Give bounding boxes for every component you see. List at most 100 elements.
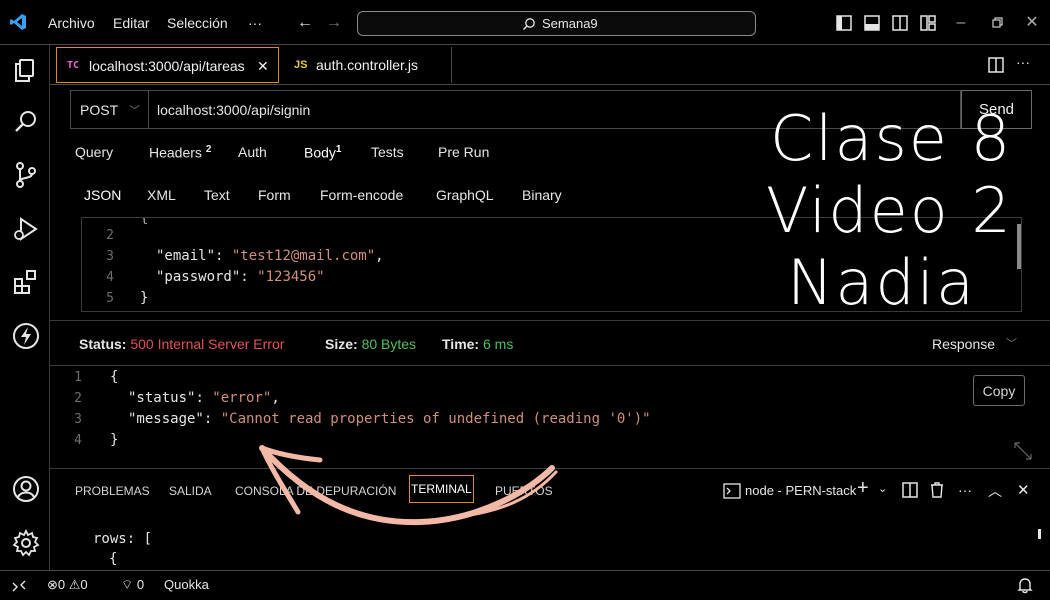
tab-pre-run-label: Pre Run [438,144,490,160]
search-icon [523,18,535,30]
forward-arrow-icon[interactable]: → [325,14,343,32]
tab-pre-run[interactable]: Pre Run [438,144,489,160]
warning-icon: ⚠ [68,577,81,592]
maximize-panel-icon[interactable]: ︿ [988,481,1002,501]
body-type-form-encode[interactable]: Form-encode [320,187,403,203]
ports-indicator[interactable]: ⌔ 0 [121,577,144,593]
size-value: 80 Bytes [361,336,417,352]
tab-auth[interactable]: Auth [238,144,267,160]
close-panel-icon[interactable]: ✕ [1017,481,1030,499]
broadcast-icon: ⌔ [121,577,134,592]
json-punct: , [375,248,384,264]
terminal-line: rows: [ [93,531,153,547]
code-line: } [140,290,149,306]
search-icon[interactable] [11,107,41,137]
more-actions-icon[interactable]: ··· [958,482,972,498]
source-control-icon[interactable] [11,160,41,190]
line-number: 5 [106,291,114,306]
thunder-client-icon[interactable] [11,321,41,351]
chevron-down-icon: ﹀ [129,105,140,117]
body-type-xml[interactable]: XML [147,187,176,203]
body-count-badge: 1 [335,144,342,155]
time-label: Time: [442,336,480,352]
tab-close-icon[interactable]: ✕ [257,58,269,75]
menu-seleccion[interactable]: Selección [167,15,228,31]
menu-archivo[interactable]: Archivo [48,15,95,31]
tab-tests[interactable]: Tests [371,144,404,160]
status-info: Status: 500 Internal Server Error [79,336,284,352]
trash-icon[interactable] [929,481,945,499]
tab-headers[interactable]: Headers 2 [149,144,211,161]
chevron-down-icon[interactable]: ⌄ [878,482,887,495]
quokka-status[interactable]: Quokka [164,577,209,592]
body-type-form[interactable]: Form [258,187,291,203]
json-key: "email" [156,248,216,264]
tab-auth-controller[interactable]: JS auth.controller.js [280,47,452,83]
tab-label: auth.controller.js [316,57,418,73]
panel-tab-salida[interactable]: SALIDA [169,484,212,498]
expand-icon[interactable] [1012,440,1034,462]
line-number: 2 [106,228,114,243]
split-terminal-icon[interactable] [902,482,918,498]
tab-tests-label: Tests [371,144,404,160]
close-window-icon[interactable]: ✕ [1023,14,1041,32]
menu-editar[interactable]: Editar [113,15,150,31]
code-line: { [110,369,119,385]
more-actions-icon[interactable]: ··· [1016,54,1030,70]
chevron-down-icon[interactable]: ﹀ [1006,335,1017,351]
line-number: 3 [74,412,82,427]
customize-layout-icon[interactable] [919,14,937,32]
restore-icon[interactable] [988,14,1006,32]
body-type-graphql[interactable]: GraphQL [436,187,494,203]
problems-indicator[interactable]: ⊗0 ⚠0 [47,577,88,593]
json-string: "test12@mail.com" [231,248,376,264]
settings-gear-icon[interactable] [11,528,41,558]
terminal-line: { [109,551,118,567]
notifications-bell-icon[interactable] [1017,577,1033,594]
tab-label: localhost:3000/api/tareas [89,58,245,74]
method-select[interactable]: POST ﹀ [70,90,148,129]
body-type-binary[interactable]: Binary [522,187,562,203]
vscode-logo-icon[interactable] [8,12,28,32]
headers-count-badge: 2 [205,144,212,155]
tab-query[interactable]: Query [75,144,113,160]
body-type-text[interactable]: Text [204,187,230,203]
accounts-icon[interactable] [11,474,41,504]
back-arrow-icon[interactable]: ← [296,14,314,32]
command-center-search[interactable]: Semana9 [357,11,756,36]
tab-thunder-request[interactable]: TC localhost:3000/api/tareas ✕ [56,47,279,83]
tab-query-label: Query [75,144,114,160]
panel-tab-problemas[interactable]: PROBLEMAS [75,484,150,498]
remote-icon[interactable] [11,578,27,594]
copy-button[interactable]: Copy [973,375,1025,406]
title-bar: Archivo Editar Selección ··· ← → Semana9… [0,0,1050,45]
minimize-icon[interactable]: – [952,14,970,32]
url-value: localhost:3000/api/signin [157,102,311,118]
split-editor-icon[interactable] [988,57,1004,73]
menu-more[interactable]: ··· [248,15,262,31]
new-terminal-icon[interactable]: + [857,477,869,500]
line-number: 1 [74,370,82,385]
extensions-icon[interactable] [11,267,41,297]
time-value: 6 ms [482,336,514,352]
toggle-secondary-sidebar-icon[interactable] [891,14,909,32]
editor-scrollbar[interactable] [1017,224,1021,269]
toggle-panel-icon[interactable] [863,14,881,32]
response-dropdown[interactable]: Response [932,336,995,352]
status-value: 500 Internal Server Error [130,336,285,352]
time-info: Time: 6 ms [442,336,513,352]
terminal-scrollbar[interactable] [1038,529,1041,539]
method-value: POST [80,102,119,118]
line-number: 2 [74,391,82,406]
json-string: "Cannot read properties of undefined (re… [220,411,651,427]
toggle-primary-sidebar-icon[interactable] [835,14,853,32]
tab-body[interactable]: Body1 [304,144,341,161]
overlay-title-line2: Video 2 [766,174,1013,247]
terminal-name[interactable]: node - PERN-stack [745,483,856,498]
warning-count: 0 [80,577,88,592]
body-type-json[interactable]: JSON [84,187,121,203]
line-number: 4 [106,270,114,285]
run-debug-icon[interactable] [11,214,41,244]
explorer-icon[interactable] [11,55,41,85]
overlay-title-line3: Nadia [787,246,976,319]
